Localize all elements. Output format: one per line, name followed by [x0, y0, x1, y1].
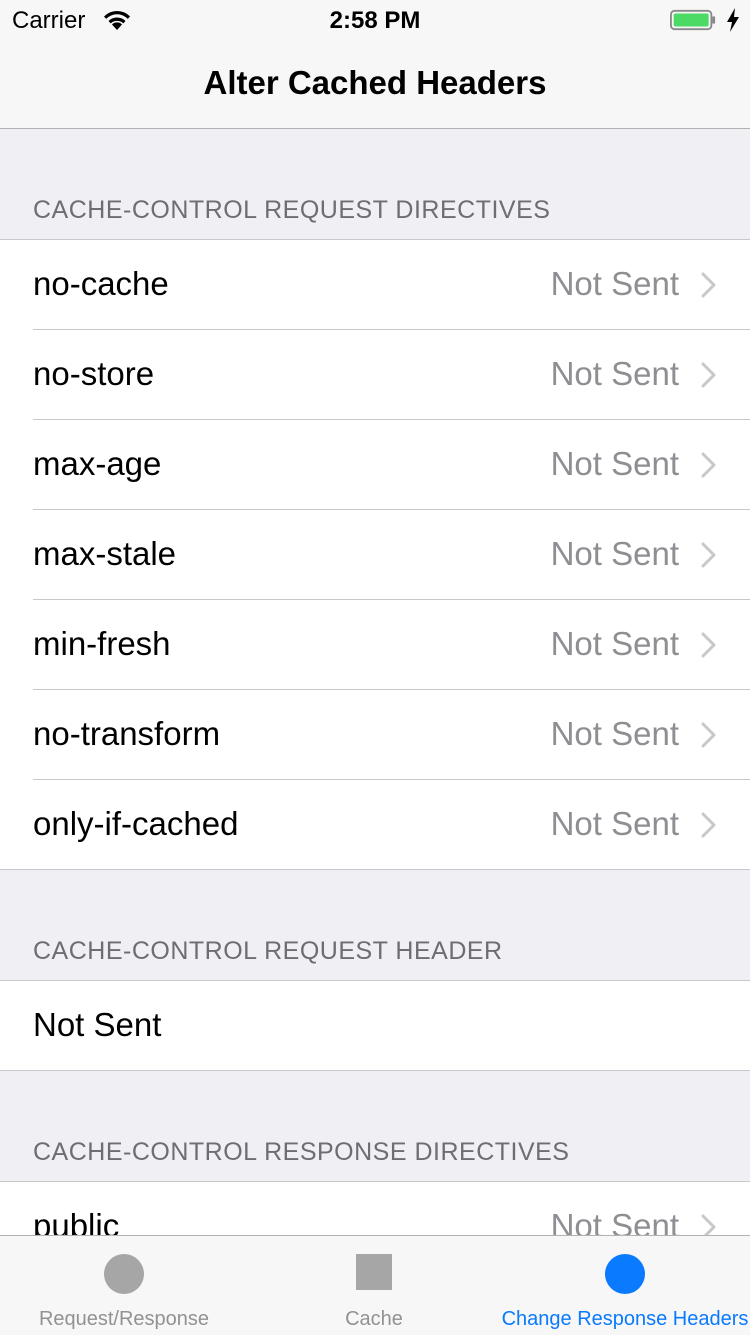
request-header-value-row: Not Sent [0, 981, 750, 1070]
row-public[interactable]: public Not Sent [0, 1182, 750, 1235]
clock: 2:58 PM [329, 7, 421, 34]
section-header-response-directives: CACHE-CONTROL RESPONSE DIRECTIVES [0, 1071, 750, 1181]
chevron-right-icon [701, 362, 716, 388]
tab-bar: Request/Response Cache Change Response H… [0, 1235, 750, 1335]
section-header-label: CACHE-CONTROL REQUEST HEADER [33, 937, 503, 965]
row-value: Not Sent [550, 535, 679, 572]
row-no-transform[interactable]: no-transform Not Sent [0, 689, 750, 779]
section-header-request-directives: CACHE-CONTROL REQUEST DIRECTIVES [0, 129, 750, 239]
circle-icon [605, 1254, 645, 1294]
row-label: max-age [33, 445, 162, 482]
tab-cache[interactable]: Cache [248, 1236, 500, 1335]
row-no-store[interactable]: no-store Not Sent [0, 329, 750, 419]
battery-icon [670, 9, 716, 31]
row-label: min-fresh [33, 625, 171, 662]
row-label: max-stale [33, 535, 177, 572]
navigation-bar: Alter Cached Headers [0, 40, 750, 129]
section-header-label: CACHE-CONTROL RESPONSE DIRECTIVES [33, 1138, 570, 1166]
chevron-right-icon [701, 1214, 716, 1235]
row-value: Not Sent [550, 1207, 679, 1235]
page-title: Alter Cached Headers [203, 64, 547, 101]
request-directives-group: no-cache Not Sent no-store Not Sent max-… [0, 239, 750, 870]
response-directives-group: public Not Sent [0, 1181, 750, 1235]
chevron-right-icon [701, 722, 716, 748]
row-value: Not Sent [550, 625, 679, 662]
row-value: Not Sent [550, 355, 679, 392]
row-label: only-if-cached [33, 805, 239, 842]
request-header-group: Not Sent [0, 980, 750, 1071]
row-value: Not Sent [550, 265, 679, 302]
charging-bolt-icon [727, 8, 739, 32]
tab-label: Change Response Headers [501, 1308, 749, 1330]
row-label: no-cache [33, 265, 169, 302]
section-header-label: CACHE-CONTROL REQUEST DIRECTIVES [33, 196, 551, 224]
settings-table[interactable]: CACHE-CONTROL REQUEST DIRECTIVES no-cach… [0, 129, 750, 1235]
circle-icon [104, 1254, 144, 1294]
row-max-age[interactable]: max-age Not Sent [0, 419, 750, 509]
row-label: no-transform [33, 715, 221, 752]
row-value: Not Sent [550, 715, 679, 752]
section-header-request-header: CACHE-CONTROL REQUEST HEADER [0, 870, 750, 980]
row-no-cache[interactable]: no-cache Not Sent [0, 240, 750, 329]
chevron-right-icon [701, 452, 716, 478]
tab-change-response-headers[interactable]: Change Response Headers [500, 1236, 750, 1335]
row-label: public [33, 1207, 120, 1235]
chevron-right-icon [701, 812, 716, 838]
row-value: Not Sent [550, 805, 679, 842]
tab-label: Cache [345, 1308, 403, 1330]
row-only-if-cached[interactable]: only-if-cached Not Sent [0, 779, 750, 869]
request-header-value: Not Sent [33, 1006, 162, 1043]
square-icon [356, 1254, 392, 1290]
row-label: no-store [33, 355, 155, 392]
status-bar: Carrier 2:58 PM [0, 0, 750, 40]
row-value: Not Sent [550, 445, 679, 482]
row-max-stale[interactable]: max-stale Not Sent [0, 509, 750, 599]
chevron-right-icon [701, 542, 716, 568]
tab-request-response[interactable]: Request/Response [0, 1236, 248, 1335]
chevron-right-icon [701, 272, 716, 298]
chevron-right-icon [701, 632, 716, 658]
tab-label: Request/Response [38, 1308, 210, 1330]
row-min-fresh[interactable]: min-fresh Not Sent [0, 599, 750, 689]
